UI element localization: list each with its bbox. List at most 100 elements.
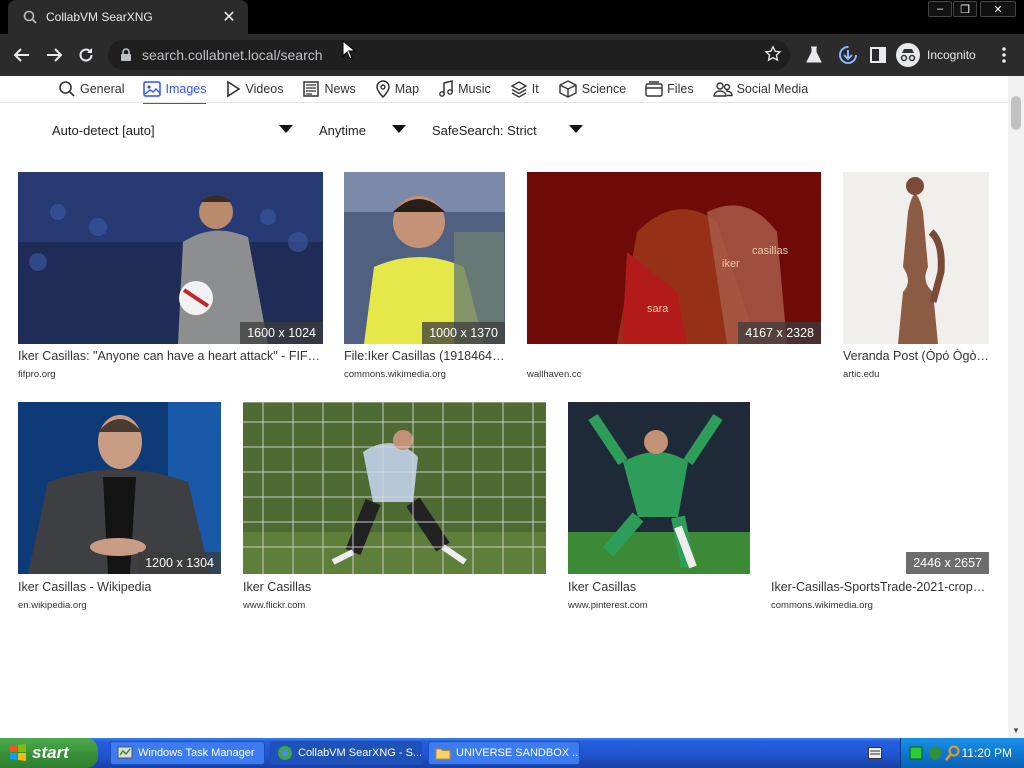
browser-tab-strip: CollabVM SearXNG ✕ – ❐ ✕ bbox=[0, 0, 1024, 34]
tab-science-label: Science bbox=[581, 82, 627, 96]
incognito-badge[interactable]: Incognito bbox=[896, 41, 976, 69]
result-thumbnail: 1600 x 1024 bbox=[18, 172, 323, 344]
result-title[interactable]: Veranda Post (Ópó Ògògá) bbox=[843, 349, 989, 363]
image-result[interactable]: 2446 x 2657 Iker-Casillas-SportsTrade-20… bbox=[771, 402, 989, 614]
time-range-select[interactable]: Anytime bbox=[319, 120, 409, 140]
result-title[interactable]: File:Iker Casillas (19184647).jpg bbox=[344, 349, 505, 363]
tab-science[interactable]: Science bbox=[558, 76, 626, 102]
back-button[interactable] bbox=[8, 41, 36, 69]
tab-it[interactable]: It bbox=[510, 76, 539, 102]
language-select[interactable]: Auto-detect [auto] bbox=[52, 120, 296, 140]
tab-map[interactable]: Map bbox=[375, 76, 419, 102]
arrow-right-icon bbox=[47, 48, 63, 62]
incognito-icon bbox=[896, 43, 920, 67]
reload-button[interactable] bbox=[72, 41, 100, 69]
result-thumbnail bbox=[243, 402, 546, 574]
result-thumbnail: iker casillas sara 4167 x 2328 bbox=[527, 172, 821, 344]
start-button[interactable]: start bbox=[0, 738, 98, 768]
tab-news-label: News bbox=[324, 82, 356, 96]
image-result[interactable]: Iker Casillas www.flickr.com bbox=[243, 402, 546, 614]
tab-it-label: It bbox=[531, 82, 539, 96]
image-icon bbox=[143, 81, 162, 97]
tab-videos-label: Videos bbox=[245, 82, 284, 96]
tab-news[interactable]: News bbox=[302, 76, 356, 102]
address-url: search.collabnet.local/search bbox=[142, 47, 323, 63]
windows-taskbar: start Windows Task Manager CollabVM Sear… bbox=[0, 738, 1024, 768]
task-manager-icon bbox=[117, 746, 133, 759]
taskbar-item-label: CollabVM SearXNG - S... bbox=[298, 747, 422, 759]
result-title[interactable]: Iker Casillas - Wikipedia bbox=[18, 580, 221, 594]
cube-icon bbox=[558, 80, 577, 98]
taskbar-item-universe-sandbox[interactable]: UNIVERSE SANDBOX ... bbox=[428, 741, 580, 765]
result-source: www.flickr.com bbox=[243, 600, 306, 611]
tab-videos[interactable]: Videos bbox=[225, 76, 283, 102]
search-tray-icon[interactable] bbox=[945, 745, 961, 761]
keyboard-icon[interactable] bbox=[868, 747, 882, 759]
bookmark-star-icon[interactable] bbox=[764, 45, 782, 68]
scrollbar-thumb[interactable] bbox=[1011, 96, 1021, 130]
tab-music[interactable]: Music bbox=[438, 76, 491, 102]
result-source: wallhaven.cc bbox=[527, 369, 582, 380]
network-icon[interactable] bbox=[909, 746, 923, 760]
newspaper-icon bbox=[303, 81, 320, 97]
result-thumbnail bbox=[843, 172, 989, 344]
map-pin-icon bbox=[375, 80, 390, 98]
tab-files-label: Files bbox=[667, 82, 694, 96]
image-result[interactable]: 1600 x 1024 Iker Casillas: "Anyone can h… bbox=[18, 172, 323, 384]
security-shield-icon[interactable] bbox=[927, 745, 943, 761]
window-restore-button[interactable]: ❐ bbox=[953, 1, 977, 17]
browser-tab[interactable]: CollabVM SearXNG ✕ bbox=[8, 0, 248, 34]
svg-text:casillas: casillas bbox=[752, 245, 789, 257]
result-thumbnail: 1000 x 1370 bbox=[344, 172, 505, 344]
files-icon bbox=[645, 81, 663, 97]
chevron-down-icon bbox=[392, 125, 406, 133]
tab-close-icon[interactable]: ✕ bbox=[220, 7, 238, 27]
forward-button[interactable] bbox=[40, 41, 68, 69]
window-close-button[interactable]: ✕ bbox=[980, 1, 1016, 17]
result-title[interactable]: Iker-Casillas-SportsTrade-2021-cropped.j… bbox=[771, 580, 989, 594]
taskbar-item-label: UNIVERSE SANDBOX ... bbox=[456, 747, 580, 759]
result-title[interactable]: Iker Casillas: "Anyone can have a heart … bbox=[18, 349, 323, 363]
svg-text:iker: iker bbox=[722, 258, 740, 270]
layers-icon bbox=[510, 81, 528, 98]
tab-title: CollabVM SearXNG bbox=[46, 10, 153, 24]
taskbar-item-task-manager[interactable]: Windows Task Manager bbox=[110, 741, 265, 765]
category-divider bbox=[0, 102, 1008, 103]
image-result[interactable]: 1000 x 1370 File:Iker Casillas (19184647… bbox=[344, 172, 505, 384]
result-source: commons.wikimedia.org bbox=[344, 369, 446, 380]
arrow-left-icon bbox=[13, 48, 29, 62]
menu-kebab-icon[interactable] bbox=[990, 41, 1018, 69]
image-result[interactable]: iker casillas sara 4167 x 2328 wallhaven.c… bbox=[527, 172, 821, 384]
tab-general[interactable]: General bbox=[58, 76, 124, 102]
system-tray: 11:20 PM bbox=[900, 738, 1024, 768]
safesearch-select[interactable]: SafeSearch: Strict bbox=[432, 120, 585, 140]
image-result[interactable]: Iker Casillas www.pinterest.com bbox=[568, 402, 750, 614]
resolution-badge: 2446 x 2657 bbox=[906, 552, 989, 574]
taskbar-item-label: Windows Task Manager bbox=[138, 747, 255, 759]
svg-text:sara: sara bbox=[647, 303, 669, 315]
result-title[interactable]: Iker Casillas bbox=[568, 580, 750, 594]
address-bar[interactable]: search.collabnet.local/search bbox=[108, 40, 790, 70]
window-minimize-button[interactable]: – bbox=[928, 1, 952, 17]
side-panel-icon[interactable] bbox=[864, 41, 892, 69]
image-result[interactable]: Veranda Post (Ópó Ògògá) artic.edu bbox=[843, 172, 989, 384]
labs-flask-icon[interactable] bbox=[800, 41, 828, 69]
result-title[interactable]: Iker Casillas bbox=[243, 580, 546, 594]
time-range-value: Anytime bbox=[319, 122, 366, 138]
play-icon bbox=[227, 80, 241, 98]
scroll-down-icon[interactable]: ▼ bbox=[1012, 726, 1020, 735]
tab-files[interactable]: Files bbox=[645, 76, 694, 102]
browser-toolbar: search.collabnet.local/search Incognito bbox=[0, 34, 1024, 76]
taskbar-item-browser[interactable]: CollabVM SearXNG - S... bbox=[270, 741, 422, 765]
folder-icon bbox=[435, 748, 451, 760]
image-result[interactable]: 1200 x 1304 Iker Casillas - Wikipedia en… bbox=[18, 402, 221, 614]
download-icon[interactable] bbox=[834, 41, 862, 69]
tab-social-media[interactable]: Social Media bbox=[712, 76, 808, 102]
mouse-cursor-icon bbox=[342, 40, 356, 60]
resolution-badge: 4167 x 2328 bbox=[738, 322, 821, 344]
result-source: www.pinterest.com bbox=[568, 600, 648, 611]
tab-images[interactable]: Images bbox=[143, 76, 207, 104]
result-thumbnail: 2446 x 2657 bbox=[771, 402, 989, 574]
page-scrollbar[interactable]: ▼ bbox=[1008, 76, 1024, 738]
search-page: General Images Videos News Map Music It … bbox=[0, 76, 1008, 738]
